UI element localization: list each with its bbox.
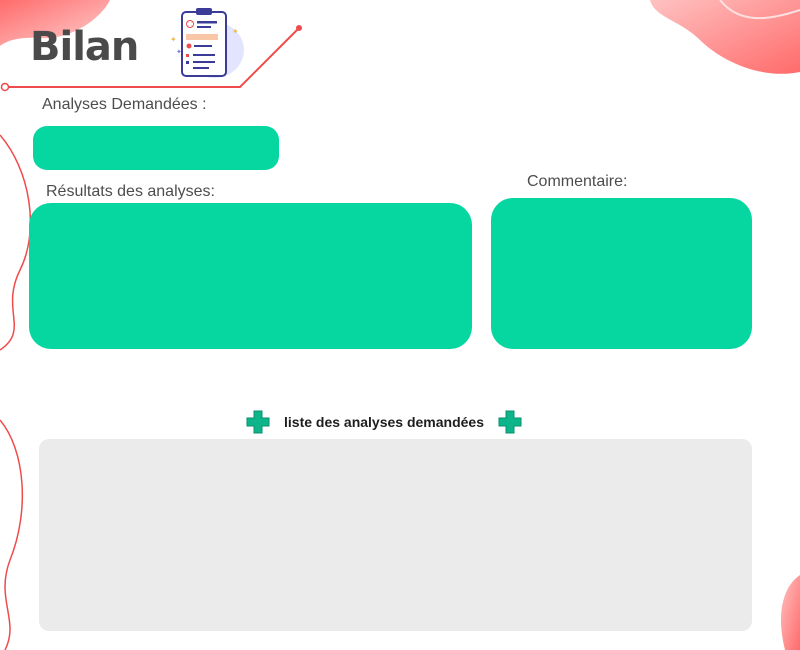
comment-label: Commentaire: (527, 173, 628, 190)
analyses-list[interactable] (39, 439, 752, 631)
results-label: Résultats des analyses: (46, 183, 215, 200)
analyses-input[interactable] (33, 126, 279, 170)
plus-icon (246, 410, 270, 434)
left-wave-lower (0, 419, 24, 650)
results-textarea[interactable] (29, 203, 472, 349)
bottom-right-blob (780, 575, 800, 650)
page-title: Bilan (30, 24, 139, 70)
left-wave-upper (0, 134, 32, 351)
list-header: liste des analyses demandées (246, 409, 522, 435)
comment-textarea[interactable] (491, 198, 752, 349)
svg-text:✦: ✦ (232, 27, 239, 36)
list-title: liste des analyses demandées (284, 414, 484, 430)
top-right-blob (650, 0, 800, 74)
medical-clipboard-icon: ✦ ✦ ✦ (170, 8, 244, 78)
svg-text:✦: ✦ (170, 35, 177, 44)
plus-icon (498, 410, 522, 434)
analyses-label: Analyses Demandées : (42, 96, 207, 113)
